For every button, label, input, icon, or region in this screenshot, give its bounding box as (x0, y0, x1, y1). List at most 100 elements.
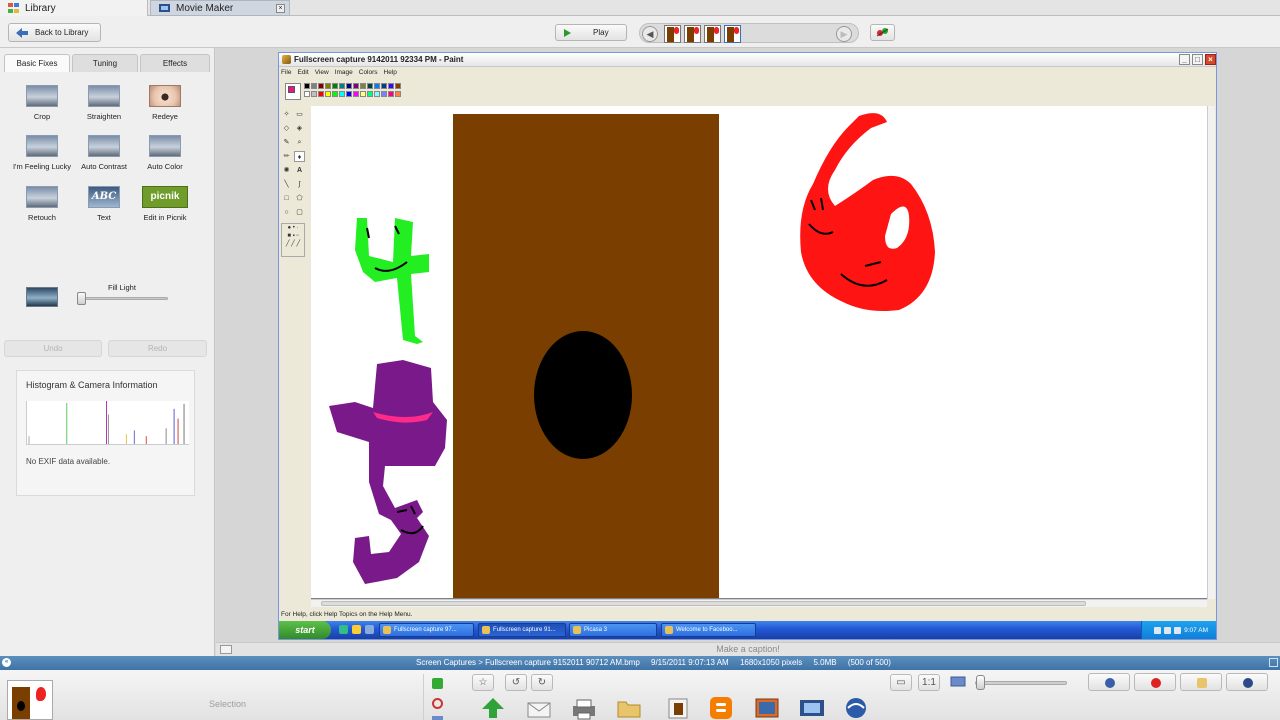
palette-swatch[interactable] (374, 91, 380, 97)
taskbar-item[interactable]: Welcome to Faceboo... (661, 623, 756, 637)
retouch-button[interactable]: Retouch (7, 179, 77, 225)
menu-file[interactable]: File (281, 69, 291, 76)
line-tool-icon[interactable]: ╲ (281, 179, 292, 190)
minimize-icon[interactable]: _ (1179, 54, 1190, 65)
hold-pin-icon[interactable] (432, 678, 443, 689)
tray-thumbnail[interactable] (7, 680, 53, 720)
rect-select-tool-icon[interactable]: ▭ (294, 109, 305, 120)
palette-swatch[interactable] (381, 91, 387, 97)
auto-contrast-button[interactable]: Auto Contrast (69, 128, 139, 174)
palette-swatch[interactable] (311, 83, 317, 89)
filmstrip-thumbnail[interactable] (664, 25, 681, 43)
properties-button[interactable] (1226, 673, 1268, 691)
blogger-icon[interactable] (708, 696, 734, 720)
tab-effects[interactable]: Effects (140, 54, 210, 72)
rotate-right-button[interactable]: ↻ (531, 674, 553, 691)
palette-swatch[interactable] (318, 91, 324, 97)
collapse-panel-icon[interactable]: « (2, 658, 11, 667)
back-to-library-button[interactable]: Back to Library (8, 23, 101, 42)
share-button[interactable] (870, 24, 895, 41)
brush-tool-icon[interactable]: ♦ (294, 151, 305, 162)
collage-icon[interactable] (665, 696, 691, 720)
eraser-tool-icon[interactable]: ◇ (281, 123, 292, 134)
caption-input[interactable]: Make a caption! (216, 644, 1280, 654)
tab-basic-fixes[interactable]: Basic Fixes (4, 54, 70, 72)
palette-swatch[interactable] (360, 83, 366, 89)
filmstrip-thumbnail[interactable] (704, 25, 721, 43)
pencil-tool-icon[interactable]: ✏ (281, 151, 292, 162)
palette-swatch[interactable] (381, 83, 387, 89)
palette-swatch[interactable] (339, 83, 345, 89)
zoom-slider[interactable] (975, 681, 1067, 685)
google-earth-icon[interactable] (843, 696, 869, 720)
menu-view[interactable]: View (315, 69, 329, 76)
palette-swatch[interactable] (346, 91, 352, 97)
palette-swatch[interactable] (339, 91, 345, 97)
tray-icon[interactable] (1164, 626, 1172, 634)
palette-swatch[interactable] (395, 91, 401, 97)
feeling-lucky-button[interactable]: I'm Feeling Lucky (7, 128, 77, 174)
upload-icon[interactable] (480, 696, 506, 720)
tags-button[interactable] (1180, 673, 1222, 691)
picker-tool-icon[interactable]: ✎ (281, 137, 292, 148)
fullscreen-icon[interactable] (1269, 658, 1278, 667)
palette-swatch[interactable] (346, 83, 352, 89)
places-button[interactable] (1134, 673, 1176, 691)
palette-swatch[interactable] (318, 83, 324, 89)
fill-light-slider-handle[interactable] (77, 292, 86, 305)
magnifier-tool-icon[interactable]: ⌕ (294, 137, 305, 148)
add-to-tray-icon[interactable] (432, 716, 443, 720)
menu-help[interactable]: Help (384, 69, 397, 76)
palette-swatch[interactable] (304, 91, 310, 97)
tab-movie-maker[interactable]: Movie Maker × (150, 0, 290, 16)
redo-button[interactable]: Redo (108, 340, 207, 357)
play-button[interactable]: Play (555, 24, 627, 41)
redeye-button[interactable]: Redeye (130, 78, 200, 124)
rectangle-tool-icon[interactable]: □ (281, 193, 292, 204)
palette-swatch[interactable] (367, 83, 373, 89)
rotate-left-button[interactable]: ↺ (505, 674, 527, 691)
tab-library[interactable]: Library (0, 0, 148, 16)
edit-in-picnik-button[interactable]: picnik Edit in Picnik (130, 179, 200, 225)
auto-color-button[interactable]: Auto Color (130, 128, 200, 174)
print-icon[interactable] (571, 696, 597, 720)
palette-swatch[interactable] (311, 91, 317, 97)
polygon-tool-icon[interactable]: ⬠ (294, 193, 305, 204)
taskbar-item[interactable]: Picasa 3 (569, 623, 657, 637)
undo-button[interactable]: Undo (4, 340, 102, 357)
palette-swatch[interactable] (325, 83, 331, 89)
movie-icon[interactable] (799, 696, 825, 720)
airbrush-tool-icon[interactable]: ✺ (281, 165, 292, 176)
zoom-slider-handle[interactable] (976, 675, 985, 690)
palette-swatch[interactable] (353, 83, 359, 89)
taskbar-item-active[interactable]: Fullscreen capture 91... (478, 623, 566, 637)
quicklaunch-desktop-icon[interactable] (365, 625, 374, 634)
curve-tool-icon[interactable]: ∫ (294, 179, 305, 190)
photo-gallery-icon[interactable] (754, 696, 780, 720)
menu-image[interactable]: Image (335, 69, 353, 76)
actual-size-button[interactable]: 1:1 (918, 674, 940, 691)
close-icon[interactable]: × (276, 4, 285, 13)
previous-photo-button[interactable]: ◀ (642, 26, 658, 42)
filmstrip-thumbnail-current[interactable] (724, 25, 741, 43)
ellipse-tool-icon[interactable]: ○ (281, 207, 292, 218)
palette-swatch[interactable] (374, 83, 380, 89)
quicklaunch-ie-icon[interactable] (352, 625, 361, 634)
fill-light-slider[interactable] (80, 297, 168, 300)
start-button[interactable]: start (279, 621, 331, 639)
people-button[interactable] (1088, 673, 1130, 691)
canvas-horizontal-scrollbar[interactable] (311, 599, 1207, 607)
palette-swatch[interactable] (395, 83, 401, 89)
palette-swatch[interactable] (367, 91, 373, 97)
palette-swatch[interactable] (353, 91, 359, 97)
palette-swatch[interactable] (325, 91, 331, 97)
free-select-tool-icon[interactable]: ✧ (281, 109, 292, 120)
quicklaunch-browser-icon[interactable] (339, 625, 348, 634)
crop-button[interactable]: Crop (7, 78, 77, 124)
canvas-vertical-scrollbar[interactable] (1207, 106, 1215, 599)
folder-icon[interactable] (616, 696, 642, 720)
tray-icon[interactable] (1174, 626, 1182, 634)
next-photo-button[interactable]: ▶ (836, 26, 852, 42)
clear-tray-icon[interactable] (432, 698, 443, 709)
star-button[interactable]: ☆ (472, 674, 494, 691)
